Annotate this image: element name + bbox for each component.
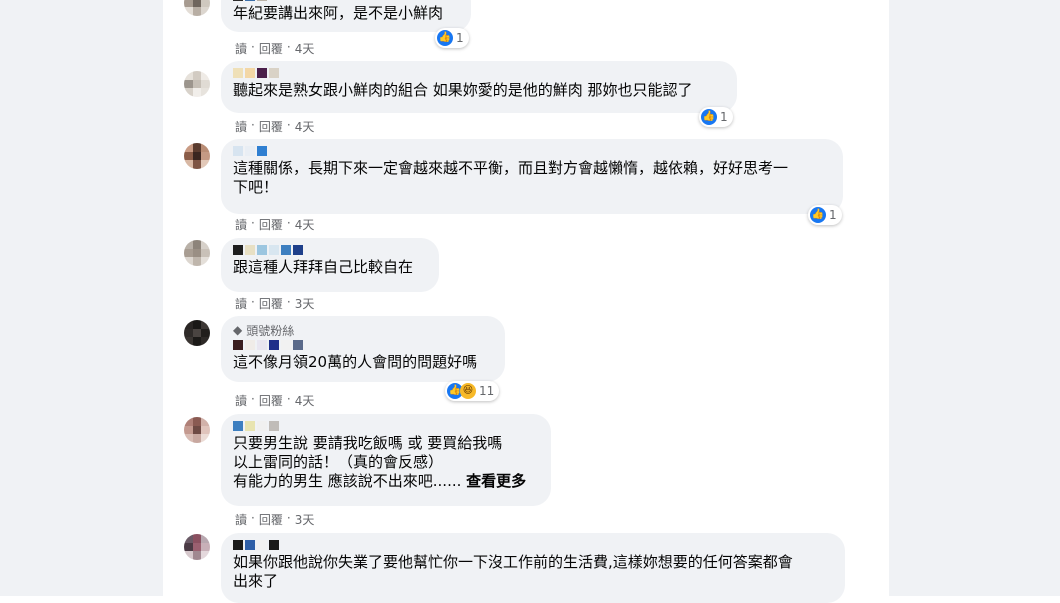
avatar[interactable] [184, 0, 210, 16]
comment-actions: 讀 · 回覆 · 4天 [235, 118, 315, 135]
comment-bubble: ◆ 頭號粉絲 這不像月領20萬的人會問的問題好嗎 [221, 316, 505, 382]
reply-link[interactable]: 回覆 [259, 511, 283, 528]
timestamp[interactable]: 4天 [295, 392, 315, 409]
page-background-left [0, 0, 163, 596]
reply-link[interactable]: 回覆 [259, 118, 283, 135]
comments-panel: 年紀要講出來阿，是不是小鮮肉 👍 1 讀 · 回覆 · 4天 聽起來是熟女跟小鮮… [163, 0, 889, 603]
commenter-name[interactable] [233, 244, 427, 256]
comment-text: 這不像月領20萬的人會問的問題好嗎 [233, 353, 478, 371]
comment-bubble: 跟這種人拜拜自己比較自在 [221, 238, 439, 292]
commenter-name[interactable] [233, 67, 725, 79]
haha-icon: 😆 [460, 383, 476, 399]
timestamp[interactable]: 3天 [295, 511, 315, 528]
reply-link[interactable]: 回覆 [259, 40, 283, 57]
avatar[interactable] [184, 143, 210, 169]
read-link[interactable]: 讀 [235, 118, 247, 135]
avatar[interactable] [184, 71, 210, 97]
comment-text: 跟這種人拜拜自己比較自在 [233, 258, 414, 276]
comment-actions: 讀 · 回覆 · 4天 [235, 40, 315, 57]
comment-text: 只要男生說 要請我吃飯嗎 或 要買給我嗎 以上雷同的話！（真的會反感） 有能力的… [233, 434, 527, 490]
like-icon: 👍 [437, 30, 453, 46]
read-link[interactable]: 讀 [235, 295, 247, 312]
timestamp[interactable]: 4天 [295, 216, 315, 233]
comment-actions: 讀 · 回覆 · 4天 [235, 392, 315, 409]
read-link[interactable]: 讀 [235, 216, 247, 233]
commenter-name[interactable] [233, 0, 459, 2]
comment-bubble: 年紀要講出來阿，是不是小鮮肉 [221, 0, 471, 32]
timestamp[interactable]: 4天 [295, 40, 315, 57]
like-icon: 👍 [810, 207, 826, 223]
reply-link[interactable]: 回覆 [259, 295, 283, 312]
comment-text: 如果你跟他說你失業了要他幫忙你一下沒工作前的生活費,這樣妳想要的任何答案都會 出… [233, 553, 793, 590]
comment-text: 聽起來是熟女跟小鮮肉的組合 如果妳愛的是他的鮮肉 那妳也只能認了 [233, 81, 693, 99]
read-link[interactable]: 讀 [235, 392, 247, 409]
see-more-link[interactable]: 查看更多 [466, 472, 526, 490]
reply-link[interactable]: 回覆 [259, 392, 283, 409]
comment-actions: 讀 · 回覆 · 3天 [235, 511, 315, 528]
reply-link[interactable]: 回覆 [259, 216, 283, 233]
avatar[interactable] [184, 320, 210, 346]
commenter-name[interactable] [233, 539, 833, 551]
avatar[interactable] [184, 240, 210, 266]
read-link[interactable]: 讀 [235, 40, 247, 57]
reaction-count[interactable]: 👍 1 [699, 107, 733, 127]
timestamp[interactable]: 3天 [295, 295, 315, 312]
commenter-name[interactable] [233, 420, 539, 432]
comment-actions: 讀 · 回覆 · 3天 [235, 295, 315, 312]
commenter-name[interactable] [233, 145, 831, 157]
read-link[interactable]: 讀 [235, 511, 247, 528]
comment-bubble: 聽起來是熟女跟小鮮肉的組合 如果妳愛的是他的鮮肉 那妳也只能認了 [221, 61, 737, 113]
comment-bubble: 只要男生說 要請我吃飯嗎 或 要買給我嗎 以上雷同的話！（真的會反感） 有能力的… [221, 414, 551, 506]
comment-bubble: 如果你跟他說你失業了要他幫忙你一下沒工作前的生活費,這樣妳想要的任何答案都會 出… [221, 533, 845, 603]
like-icon: 👍 [701, 109, 717, 125]
comment-text: 這種關係，長期下來一定會越來越不平衡，而且對方會越懶惰，越依賴，好好思考一 下吧… [233, 159, 789, 196]
timestamp[interactable]: 4天 [295, 118, 315, 135]
top-fan-badge[interactable]: ◆ 頭號粉絲 [233, 322, 493, 338]
page-background-right [889, 0, 1060, 596]
diamond-icon: ◆ [233, 323, 243, 337]
reaction-count[interactable]: 👍 1 [808, 205, 842, 225]
reaction-count[interactable]: 👍 1 [435, 28, 469, 48]
commenter-name[interactable] [233, 339, 493, 351]
avatar[interactable] [184, 417, 210, 443]
comment-bubble: 這種關係，長期下來一定會越來越不平衡，而且對方會越懶惰，越依賴，好好思考一 下吧… [221, 139, 843, 214]
comment-text: 年紀要講出來阿，是不是小鮮肉 [233, 4, 444, 22]
avatar[interactable] [184, 534, 210, 560]
reaction-count[interactable]: 👍 😆 11 [445, 381, 500, 401]
comment-actions: 讀 · 回覆 · 4天 [235, 216, 315, 233]
